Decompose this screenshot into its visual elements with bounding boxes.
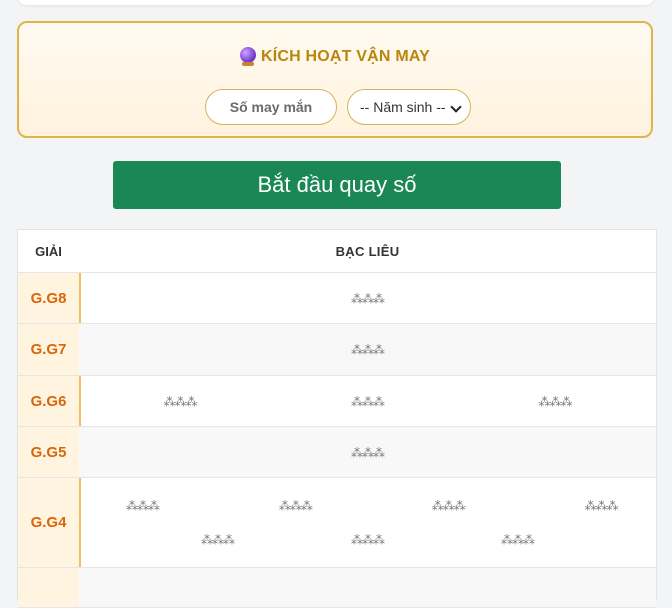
prize-row: G.G5 ⁂⁂⁂ — [18, 427, 656, 478]
loading-spinner-icon: ⁂⁂⁂ — [584, 498, 619, 513]
loading-spinner-icon: ⁂⁂⁂ — [163, 394, 197, 409]
prize-label: G.G4 — [18, 478, 81, 567]
loading-spinner-icon: ⁂⁂⁂ — [351, 291, 385, 306]
prize-label: G.G8 — [18, 273, 81, 323]
loading-spinner-icon: ⁂⁂⁂ — [351, 533, 385, 548]
prize-label: G.G6 — [18, 376, 81, 426]
birth-year-select-value: -- Năm sinh -- — [360, 99, 446, 115]
loading-spinner-icon: ⁂⁂⁂ — [431, 498, 466, 513]
prize-row: G.G6 ⁂⁂⁂ ⁂⁂⁂ ⁂⁂⁂ — [18, 376, 656, 427]
prize-numbers — [79, 568, 656, 607]
results-table: GIẢI BẠC LIÊU G.G8 ⁂⁂⁂ G.G7 ⁂⁂⁂ G.G6 ⁂⁂⁂ ⁂⁂⁂ ⁂⁂… — [17, 229, 657, 608]
start-spin-button[interactable]: Bắt đầu quay số — [113, 161, 561, 209]
loading-spinner-icon: ⁂⁂⁂ — [351, 343, 385, 357]
crystal-ball-icon — [239, 47, 256, 66]
loading-spinner-icon: ⁂⁂⁂ — [278, 498, 313, 513]
prize-numbers: ⁂⁂⁂ — [79, 273, 656, 323]
prize-row: G.G7 ⁂⁂⁂ — [18, 324, 656, 376]
prize-row: G.G8 ⁂⁂⁂ — [18, 273, 656, 324]
loading-spinner-icon: ⁂⁂⁂ — [125, 498, 160, 513]
loading-spinner-icon: ⁂⁂⁂ — [200, 533, 235, 548]
prize-numbers: ⁂⁂⁂ — [79, 427, 656, 477]
lucky-title-text: KÍCH HOẠT VẬN MAY — [260, 48, 431, 65]
prize-label: G.G7 — [18, 324, 81, 375]
prize-numbers: ⁂⁂⁂ — [79, 324, 656, 375]
prize-numbers: ⁂⁂⁂ ⁂⁂⁂ ⁂⁂⁂ ⁂⁂⁂ ⁂⁂⁂ ⁂⁂⁂ ⁂⁂⁂ — [79, 478, 656, 567]
lucky-number-input[interactable] — [205, 89, 337, 125]
loading-spinner-icon: ⁂⁂⁂ — [501, 533, 535, 548]
top-card-edge — [18, 0, 654, 5]
prize-row — [18, 568, 656, 608]
loading-spinner-icon: ⁂⁂⁂ — [351, 394, 385, 409]
prize-numbers: ⁂⁂⁂ ⁂⁂⁂ ⁂⁂⁂ — [79, 376, 656, 426]
loading-spinner-icon: ⁂⁂⁂ — [538, 394, 573, 409]
province-column-header: BẠC LIÊU — [335, 243, 400, 259]
table-header-row: GIẢI BẠC LIÊU — [18, 230, 656, 273]
lucky-panel: KÍCH HOẠT VẬN MAY -- Năm sinh -- — [17, 21, 653, 138]
loading-spinner-icon: ⁂⁂⁂ — [351, 445, 385, 460]
lucky-title: KÍCH HOẠT VẬN MAY — [19, 47, 651, 66]
chevron-down-icon — [450, 101, 462, 113]
birth-year-select[interactable]: -- Năm sinh -- — [347, 89, 471, 125]
prize-label: G.G5 — [18, 427, 81, 477]
prize-column-header: GIẢI — [18, 230, 79, 272]
prize-label — [18, 568, 81, 607]
prize-row: G.G4 ⁂⁂⁂ ⁂⁂⁂ ⁂⁂⁂ ⁂⁂⁂ ⁂⁂⁂ ⁂⁂⁂ ⁂⁂⁂ — [18, 478, 656, 568]
